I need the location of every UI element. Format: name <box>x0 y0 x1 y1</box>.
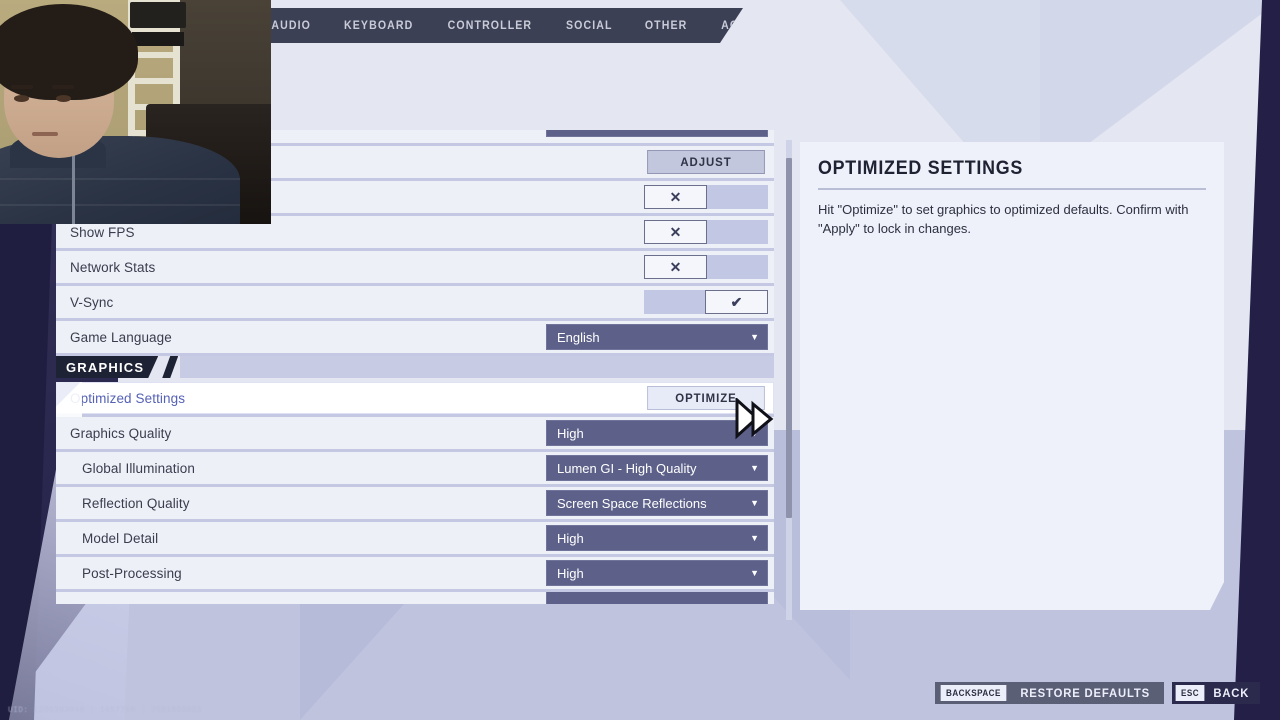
settings-scrollbar-track[interactable] <box>786 140 792 620</box>
webcam-shelf-box <box>130 2 186 28</box>
table-row[interactable]: Reflection Quality Screen Space Reflecti… <box>56 487 774 522</box>
webcam-jacket-seam-1 <box>0 178 240 180</box>
dropdown-post-processing[interactable]: High ▼ <box>546 560 768 586</box>
webcam-shelf-box-2 <box>132 32 184 46</box>
key-badge-esc: ESC <box>1175 685 1205 701</box>
toggle-show-fps-wrap[interactable]: ✕ <box>644 220 768 244</box>
webcam-overlay <box>0 0 271 224</box>
info-panel-divider <box>818 188 1206 190</box>
mouse-cursor-icon <box>735 396 779 449</box>
table-row[interactable]: Game Language English ▼ <box>56 321 774 356</box>
chevron-down-icon: ▼ <box>750 533 759 543</box>
webcam-mouth <box>32 132 58 136</box>
toggle-on-side[interactable] <box>707 220 768 244</box>
dropdown-value: Lumen GI - High Quality <box>557 460 697 476</box>
tab-keyboard[interactable]: KEYBOARD <box>331 20 426 32</box>
dropdown-value: Screen Space Reflections <box>557 495 707 511</box>
table-row[interactable]: Network Stats ✕ <box>56 251 774 286</box>
toggle-on-side[interactable] <box>707 185 768 209</box>
list-row-clipped-bottom[interactable] <box>56 592 774 604</box>
debug-id-overlay: UID: 1200393949 | 1457768 | 7501800983 <box>8 706 202 715</box>
dropdown-clipped-top[interactable] <box>546 130 768 137</box>
toggle-on-side[interactable]: ✔ <box>705 290 768 314</box>
info-panel: OPTIMIZED SETTINGS Hit "Optimize" to set… <box>800 142 1224 610</box>
toggle-hidden-row[interactable]: ✕ <box>644 185 768 209</box>
dropdown-clipped-bottom[interactable] <box>546 592 768 604</box>
webcam-eyebrow-right <box>52 85 74 89</box>
key-badge-backspace: BACKSPACE <box>940 685 1007 701</box>
prompt-label-back: BACK <box>1213 686 1250 700</box>
toggle-network-stats-wrap[interactable]: ✕ <box>644 255 768 279</box>
dropdown-reflection-quality[interactable]: Screen Space Reflections ▼ <box>546 490 768 516</box>
toggle-show-fps[interactable]: ✕ <box>644 220 768 244</box>
row-label-graphics-quality: Graphics Quality <box>70 425 172 441</box>
row-label-global-illumination: Global Illumination <box>82 460 195 476</box>
footer-prompts: BACKSPACE RESTORE DEFAULTS ESC BACK <box>934 682 1260 704</box>
adjust-button[interactable]: ADJUST <box>647 150 765 174</box>
tab-social[interactable]: SOCIAL <box>553 20 625 32</box>
toggle-on-side[interactable] <box>707 255 768 279</box>
dropdown-model-detail[interactable]: High ▼ <box>546 525 768 551</box>
toggle-switch[interactable]: ✕ <box>644 185 768 209</box>
section-rule <box>180 356 774 378</box>
toggle-network-stats[interactable]: ✕ <box>644 255 768 279</box>
dropdown-value: High <box>557 565 584 581</box>
dropdown-global-illumination[interactable]: Lumen GI - High Quality ▼ <box>546 455 768 481</box>
dropdown-value: High <box>557 530 584 546</box>
tab-other[interactable]: OTHER <box>632 20 700 32</box>
table-row[interactable]: V-Sync ✔ <box>56 286 774 321</box>
table-row-optimized-settings[interactable]: Optimized Settings OPTIMIZE <box>56 382 774 417</box>
toggle-off-side[interactable]: ✕ <box>644 185 707 209</box>
dropdown-value: English <box>557 329 600 345</box>
info-panel-body: Hit "Optimize" to set graphics to optimi… <box>818 202 1189 236</box>
tab-controller[interactable]: CONTROLLER <box>435 20 545 32</box>
chevron-down-icon: ▼ <box>750 463 759 473</box>
row-label-game-language: Game Language <box>70 329 172 345</box>
webcam-eyebrow-left <box>11 85 33 89</box>
chevron-down-icon: ▼ <box>750 568 759 578</box>
toggle-vsync-wrap[interactable]: ✔ <box>644 290 768 314</box>
row-label-network-stats: Network Stats <box>70 259 156 275</box>
webcam-eye-left <box>14 95 29 102</box>
section-title: GRAPHICS <box>56 356 158 378</box>
row-label-reflection-quality: Reflection Quality <box>82 495 190 511</box>
dropdown-value: High <box>557 425 584 441</box>
adjust-button-wrap[interactable]: ADJUST <box>644 150 768 174</box>
toggle-off-side[interactable]: ✕ <box>644 220 707 244</box>
dropdown-model-detail-wrap[interactable]: High ▼ <box>546 525 768 551</box>
row-label-vsync: V-Sync <box>70 294 114 310</box>
row-label-model-detail: Model Detail <box>82 530 159 546</box>
table-row[interactable]: Graphics Quality High ▼ <box>56 417 774 452</box>
toggle-vsync[interactable]: ✔ <box>644 290 768 314</box>
dropdown-game-language[interactable]: English ▼ <box>546 324 768 350</box>
selection-corner-decor <box>56 382 82 417</box>
row-label-show-fps: Show FPS <box>70 224 135 240</box>
table-row[interactable]: Post-Processing High ▼ <box>56 557 774 592</box>
toggle-off-side[interactable] <box>644 290 705 314</box>
dropdown-post-processing-wrap[interactable]: High ▼ <box>546 560 768 586</box>
prompt-restore-defaults[interactable]: BACKSPACE RESTORE DEFAULTS <box>934 682 1164 704</box>
row-label-post-processing: Post-Processing <box>82 565 182 581</box>
webcam-eye-right <box>56 95 71 102</box>
chevron-down-icon: ▼ <box>750 332 759 342</box>
dropdown-reflection-quality-wrap[interactable]: Screen Space Reflections ▼ <box>546 490 768 516</box>
webcam-jacket-zipper <box>72 150 75 224</box>
settings-tabbar: AUDIO KEYBOARD CONTROLLER SOCIAL OTHER A… <box>248 8 743 43</box>
section-slash-decor <box>162 356 179 378</box>
prompt-label-restore-defaults: RESTORE DEFAULTS <box>1020 686 1150 700</box>
table-row[interactable]: Global Illumination Lumen GI - High Qual… <box>56 452 774 487</box>
info-panel-title: OPTIMIZED SETTINGS <box>818 158 1024 179</box>
settings-scrollbar-thumb[interactable] <box>786 158 792 518</box>
table-row[interactable]: Model Detail High ▼ <box>56 522 774 557</box>
chevron-down-icon: ▼ <box>750 498 759 508</box>
dropdown-global-illumination-wrap[interactable]: Lumen GI - High Quality ▼ <box>546 455 768 481</box>
webcam-jacket-seam-2 <box>0 204 240 206</box>
toggle-off-side[interactable]: ✕ <box>644 255 707 279</box>
dropdown-game-language-wrap[interactable]: English ▼ <box>546 324 768 350</box>
section-header-graphics: GRAPHICS <box>56 356 774 378</box>
prompt-back[interactable]: ESC BACK <box>1171 682 1260 704</box>
